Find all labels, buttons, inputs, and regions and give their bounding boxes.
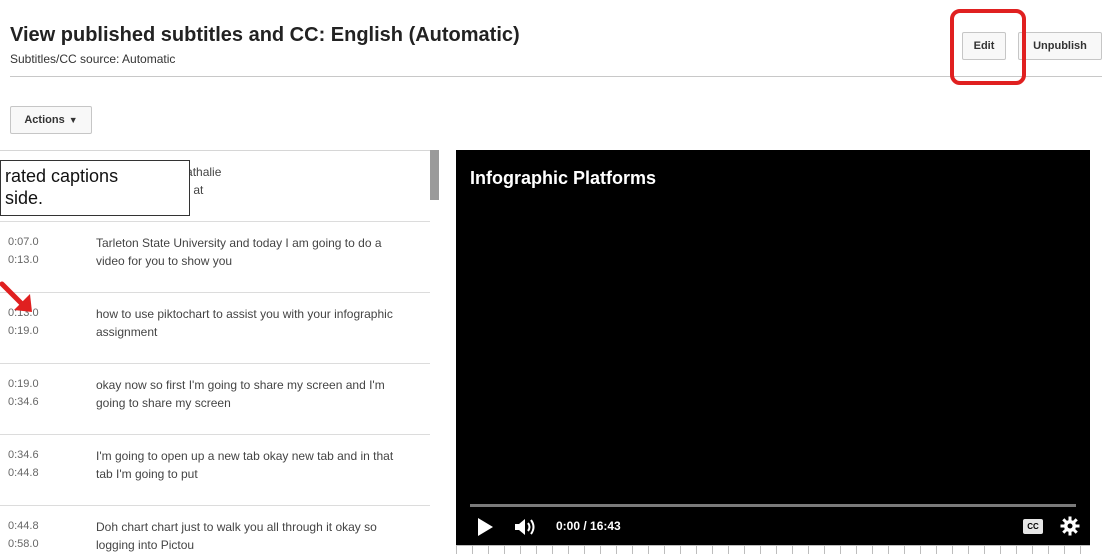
caption-row[interactable]: 0:44.8 0:58.0 Doh chart chart just to wa… [0,506,430,557]
caption-start-time: 0:44.8 [8,520,39,532]
caption-end-time: 0:19.0 [8,325,39,337]
caption-text: okay now so first I'm going to share my … [96,378,385,410]
caption-text: how to use piktochart to assist you with… [96,307,393,339]
red-arrow-icon [0,281,32,312]
video-title: Infographic Platforms [470,168,657,188]
actions-dropdown-button[interactable]: Actions ▼ [10,106,92,134]
caption-end-time: 0:44.8 [8,467,39,479]
caption-row[interactable]: 0:07.0 0:13.0 Tarleton State University … [0,222,430,293]
caption-text: Doh chart chart just to walk you all thr… [96,520,377,552]
annotation-callout: rated captions side. [0,160,190,216]
caption-row[interactable]: 0:19.0 0:34.6 okay now so first I'm goin… [0,364,430,435]
caption-end-time: 0:34.6 [8,396,39,408]
video-player[interactable]: Infographic Platforms 0:00 / 16:43 CC [456,150,1090,545]
page-title: View published subtitles and CC: English… [10,24,520,46]
caption-start-time: 0:07.0 [8,236,39,248]
play-icon[interactable] [476,517,494,537]
caret-down-icon: ▼ [68,115,78,125]
edit-highlight-box [950,9,1026,85]
caption-end-time: 0:58.0 [8,538,39,550]
caption-text: I'm going to open up a new tab okay new … [96,449,394,481]
caption-start-time: 0:19.0 [8,378,39,390]
caption-end-time: 0:13.0 [8,254,39,266]
cc-icon[interactable]: CC [1023,519,1043,534]
caption-text: Tarleton State University and today I am… [96,236,382,268]
annotation-line-2: side. [5,188,44,208]
actions-label: Actions [24,114,65,126]
unpublish-button[interactable]: Unpublish [1018,32,1102,60]
subtitle-source-label: Subtitles/CC source: Automatic [10,52,176,66]
caption-timeline-ruler[interactable] [456,545,1090,557]
caption-list-scrollbar[interactable] [430,150,439,200]
caption-row[interactable]: 0:13.0 0:19.0 how to use piktochart to a… [0,293,430,364]
header-divider [10,76,1102,77]
volume-icon[interactable] [514,518,538,536]
annotation-line-1: rated captions [5,166,119,186]
caption-row[interactable]: 0:34.6 0:44.8 I'm going to open up a new… [0,435,430,506]
gear-icon[interactable] [1060,516,1080,536]
video-time-readout: 0:00 / 16:43 [556,519,621,533]
video-progress-bar[interactable] [470,504,1076,507]
caption-start-time: 0:34.6 [8,449,39,461]
